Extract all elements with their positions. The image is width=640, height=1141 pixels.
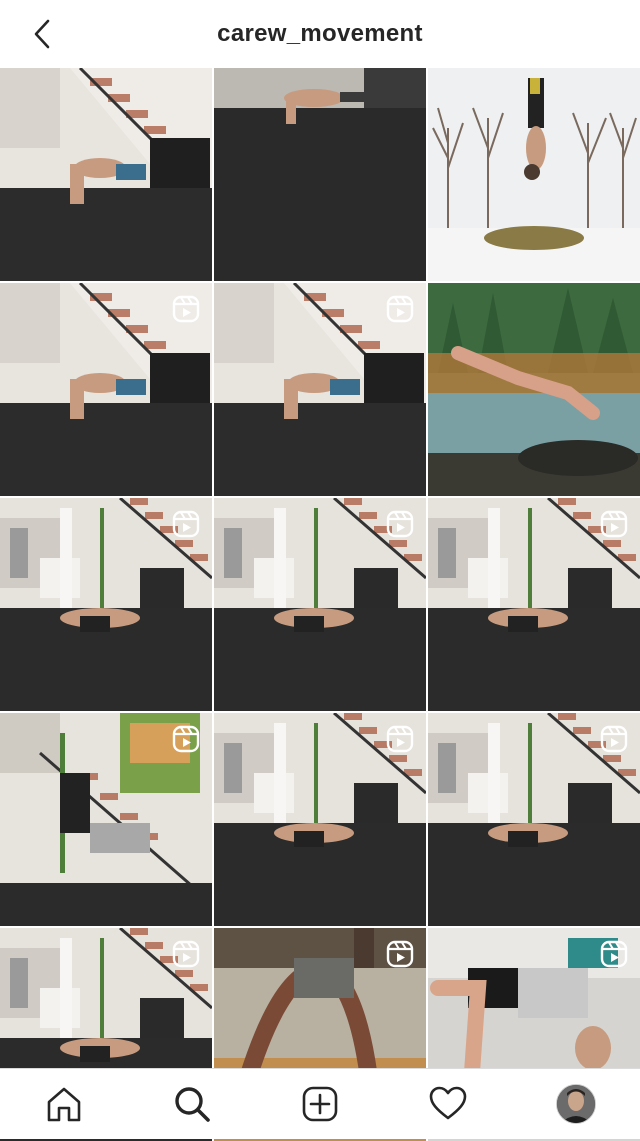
post-thumbnail[interactable] (214, 283, 426, 496)
profile-avatar (556, 1084, 596, 1124)
post-thumbnail[interactable] (0, 68, 212, 281)
heart-icon (429, 1086, 467, 1120)
tab-search[interactable] (168, 1080, 216, 1128)
tab-activity[interactable] (424, 1080, 472, 1128)
post-thumbnail[interactable] (428, 283, 640, 496)
post-thumbnail[interactable] (214, 713, 426, 926)
back-button[interactable] (22, 16, 62, 52)
post-thumbnail[interactable] (0, 713, 212, 926)
post-thumbnail[interactable] (0, 498, 212, 711)
post-image (428, 283, 640, 496)
profile-username-title: carew_movement (217, 20, 423, 47)
reels-icon (600, 940, 628, 968)
post-image (0, 68, 212, 281)
reels-icon (600, 725, 628, 753)
reels-icon (386, 725, 414, 753)
post-thumbnail[interactable] (0, 283, 212, 496)
top-bar: carew_movement (0, 0, 640, 68)
bottom-tab-bar (0, 1068, 640, 1139)
post-thumbnail[interactable] (428, 713, 640, 926)
reels-icon (172, 725, 200, 753)
post-image (428, 68, 640, 281)
chevron-left-icon (34, 19, 50, 49)
home-icon (47, 1087, 81, 1122)
reels-icon (172, 510, 200, 538)
post-thumbnail[interactable] (214, 498, 426, 711)
post-image (214, 68, 426, 281)
tab-new-post[interactable] (296, 1080, 344, 1128)
reels-icon (386, 940, 414, 968)
tab-home[interactable] (40, 1080, 88, 1128)
reels-icon (386, 510, 414, 538)
post-thumbnail[interactable] (214, 68, 426, 281)
reels-icon (600, 510, 628, 538)
posts-grid (0, 68, 640, 1141)
reels-icon (172, 295, 200, 323)
tab-profile[interactable] (552, 1080, 600, 1128)
reels-icon (386, 295, 414, 323)
post-thumbnail[interactable] (428, 498, 640, 711)
post-thumbnail[interactable] (428, 68, 640, 281)
reels-icon (172, 940, 200, 968)
search-icon (175, 1087, 210, 1122)
add-post-icon (302, 1086, 338, 1122)
